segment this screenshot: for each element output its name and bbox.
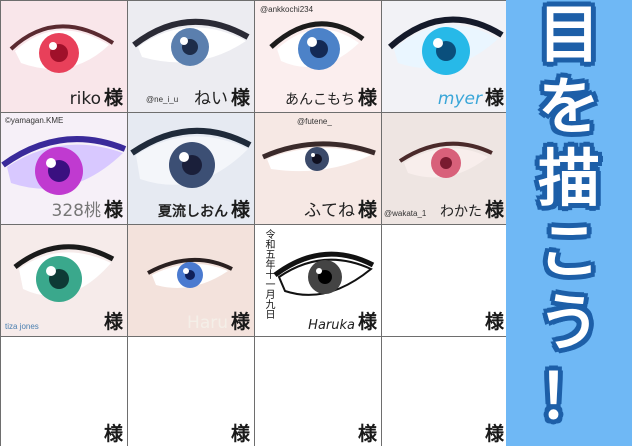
grid-cell: @futene_ ふてね 様 [255, 113, 381, 224]
artist-name: 328桃 [51, 201, 101, 221]
honorific-label: 様 [230, 199, 250, 221]
artist-name: ねい [194, 89, 228, 109]
grid-cell: Haru 様 [128, 225, 254, 336]
artist-handle: @ne_i_u [146, 95, 179, 104]
artist-name: ふてね [304, 201, 355, 221]
grid-cell: 様 [1, 337, 127, 446]
grid-cell: 様 [128, 337, 254, 446]
grid-cell: 様 [255, 337, 381, 446]
artist-handle: tiza jones [5, 322, 39, 331]
honorific-label: 様 [484, 199, 504, 221]
title-char: 目 [537, 0, 600, 71]
grid-cell: myer 様 [382, 1, 508, 112]
grid-cell: tiza jones 様 [1, 225, 127, 336]
artist-name: あんこもち [285, 92, 355, 108]
artist-name: myer [437, 89, 482, 109]
artist-name: Haru [187, 313, 228, 333]
grid-cell: @ankkochi234 あんこもち 様 [255, 1, 381, 112]
artist-name: わかた [440, 204, 482, 220]
grid-cell: 夏流しおん 様 [128, 113, 254, 224]
title-sidebar: 目 を 描 こ う ！ [506, 0, 632, 446]
date-note: 令和五年十一月九日 [263, 229, 274, 319]
honorific-label: 様 [230, 87, 250, 109]
honorific-label: 様 [484, 87, 504, 109]
honorific-label: 様 [484, 423, 504, 445]
title-char: う [537, 286, 600, 359]
honorific-label: 様 [484, 311, 504, 333]
honorific-label: 様 [357, 199, 377, 221]
artwork-grid: riko 様 @ne_i_u ねい 様 @ankkochi234 あんこもち 様 [0, 0, 508, 446]
grid-cell: riko 様 [1, 1, 127, 112]
artist-handle: @ankkochi234 [260, 5, 314, 14]
honorific-label: 様 [357, 87, 377, 109]
artist-handle: @wakata_1 [384, 209, 427, 218]
honorific-label: 様 [103, 199, 123, 221]
artist-name: riko [69, 89, 101, 109]
grid-cell: ©yamagan.KME 328桃 様 [1, 113, 127, 224]
honorific-label: 様 [103, 87, 123, 109]
honorific-label: 様 [230, 311, 250, 333]
grid-cell: 様 [382, 225, 508, 336]
title-char: を [537, 70, 600, 143]
title-char: 描 [537, 142, 600, 215]
grid-cell: @wakata_1 わかた 様 [382, 113, 508, 224]
honorific-label: 様 [230, 423, 250, 445]
artist-name: Haruka [308, 318, 355, 333]
artist-handle: ©yamagan.KME [5, 116, 64, 125]
artist-handle: @futene_ [297, 117, 332, 126]
artist-name: 夏流しおん [158, 204, 228, 220]
grid-cell: @ne_i_u ねい 様 [128, 1, 254, 112]
grid-cell: 令和五年十一月九日 Haruka 様 [255, 225, 381, 336]
honorific-label: 様 [103, 311, 123, 333]
title-char: ！ [537, 360, 600, 433]
honorific-label: 様 [357, 423, 377, 445]
grid-cell: 様 [382, 337, 508, 446]
honorific-label: 様 [103, 423, 123, 445]
title-char: こ [537, 214, 600, 287]
honorific-label: 様 [357, 311, 377, 333]
